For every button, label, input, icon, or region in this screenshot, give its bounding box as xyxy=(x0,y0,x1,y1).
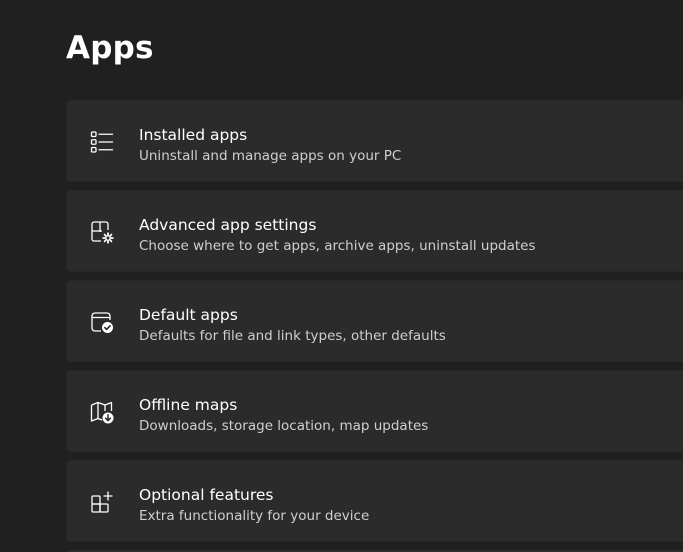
settings-item-advanced-app-settings[interactable]: Advanced app settings Choose where to ge… xyxy=(66,190,683,272)
settings-item-installed-apps[interactable]: Installed apps Uninstall and manage apps… xyxy=(66,100,683,182)
settings-item-text: Optional features Extra functionality fo… xyxy=(139,485,683,526)
settings-item-text: Offline maps Downloads, storage location… xyxy=(139,395,683,436)
settings-item-description: Defaults for file and link types, other … xyxy=(139,328,446,344)
settings-item-description: Choose where to get apps, archive apps, … xyxy=(139,238,536,254)
add-grid-icon xyxy=(89,489,115,515)
settings-item-title: Advanced app settings xyxy=(139,216,317,234)
default-apps-check-icon xyxy=(89,309,115,335)
settings-item-title: Default apps xyxy=(139,306,238,324)
list-icon xyxy=(89,129,115,155)
map-download-icon xyxy=(89,399,115,425)
settings-item-text: Installed apps Uninstall and manage apps… xyxy=(139,125,683,166)
settings-item-description: Extra functionality for your device xyxy=(139,508,370,524)
settings-item-title: Installed apps xyxy=(139,126,248,144)
settings-item-offline-maps[interactable]: Offline maps Downloads, storage location… xyxy=(66,370,683,452)
settings-item-optional-features[interactable]: Optional features Extra functionality fo… xyxy=(66,460,683,542)
app-settings-gear-icon xyxy=(89,219,115,245)
settings-item-title: Offline maps xyxy=(139,396,238,414)
settings-page: Apps Installed apps Uninstall and manage… xyxy=(0,0,683,552)
settings-item-text: Advanced app settings Choose where to ge… xyxy=(139,215,683,256)
settings-list: Installed apps Uninstall and manage apps… xyxy=(66,100,683,550)
settings-item-description: Uninstall and manage apps on your PC xyxy=(139,148,402,164)
settings-item-default-apps[interactable]: Default apps Defaults for file and link … xyxy=(66,280,683,362)
settings-item-text: Default apps Defaults for file and link … xyxy=(139,305,683,346)
settings-item-title: Optional features xyxy=(139,486,274,504)
page-title: Apps xyxy=(66,30,154,66)
settings-item-description: Downloads, storage location, map updates xyxy=(139,418,429,434)
